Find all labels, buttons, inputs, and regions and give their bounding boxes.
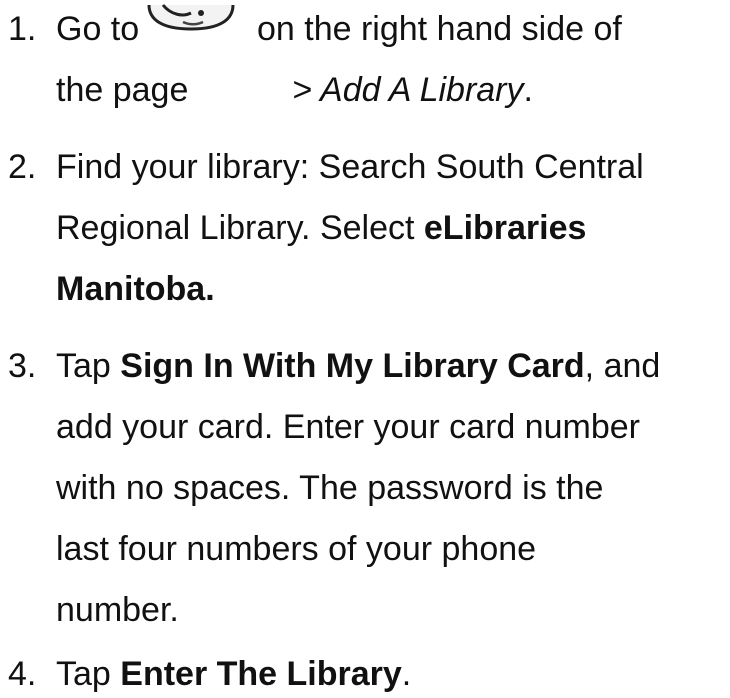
step-text: Manitoba. xyxy=(56,269,215,309)
profile-face-icon xyxy=(147,4,235,31)
step-text: the page xyxy=(56,70,188,110)
step-text: Go to xyxy=(56,9,139,49)
emphasis-text: Enter The Library xyxy=(120,655,402,693)
step-text-part: on the right hand side of xyxy=(257,10,622,48)
emphasis-text: Sign In With My Library Card xyxy=(120,347,585,385)
step-text: add your card. Enter your card number xyxy=(56,408,640,446)
step-text-part: > Add A Library. xyxy=(292,70,533,110)
step-text-part: . xyxy=(401,655,412,693)
step-text-part: Go to xyxy=(56,10,140,48)
step-text-part: Regional Library. Select xyxy=(56,209,424,247)
step-text-part: Tap xyxy=(56,347,121,385)
step-text: Find your library: Search South Central xyxy=(56,148,644,186)
step-text-part: the page xyxy=(56,71,189,109)
emphasis-text: Manitoba. xyxy=(56,270,215,308)
emphasis-text: eLibraries xyxy=(423,209,587,247)
punctuation: . xyxy=(523,71,533,109)
step-text: Tap Sign In With My Library Card, and xyxy=(56,346,660,386)
step-text-part: , and xyxy=(584,347,661,385)
instructions-document: 1. Go to on the right hand side of the p… xyxy=(0,0,730,698)
step-number: 1. xyxy=(8,10,37,48)
step-text: with no spaces. The password is the xyxy=(56,469,604,507)
step-number: 4. xyxy=(8,655,37,693)
step-text: last four numbers of your phone xyxy=(56,530,537,568)
step-number: 2. xyxy=(8,148,37,186)
step-text: number. xyxy=(56,591,179,629)
step-text-part: Tap xyxy=(56,655,121,693)
step-text: Tap Enter The Library. xyxy=(56,654,411,694)
step-number: 3. xyxy=(8,347,37,385)
step-text: Regional Library. Select eLibraries xyxy=(56,208,586,248)
menu-path-text: > Add A Library xyxy=(292,71,524,109)
